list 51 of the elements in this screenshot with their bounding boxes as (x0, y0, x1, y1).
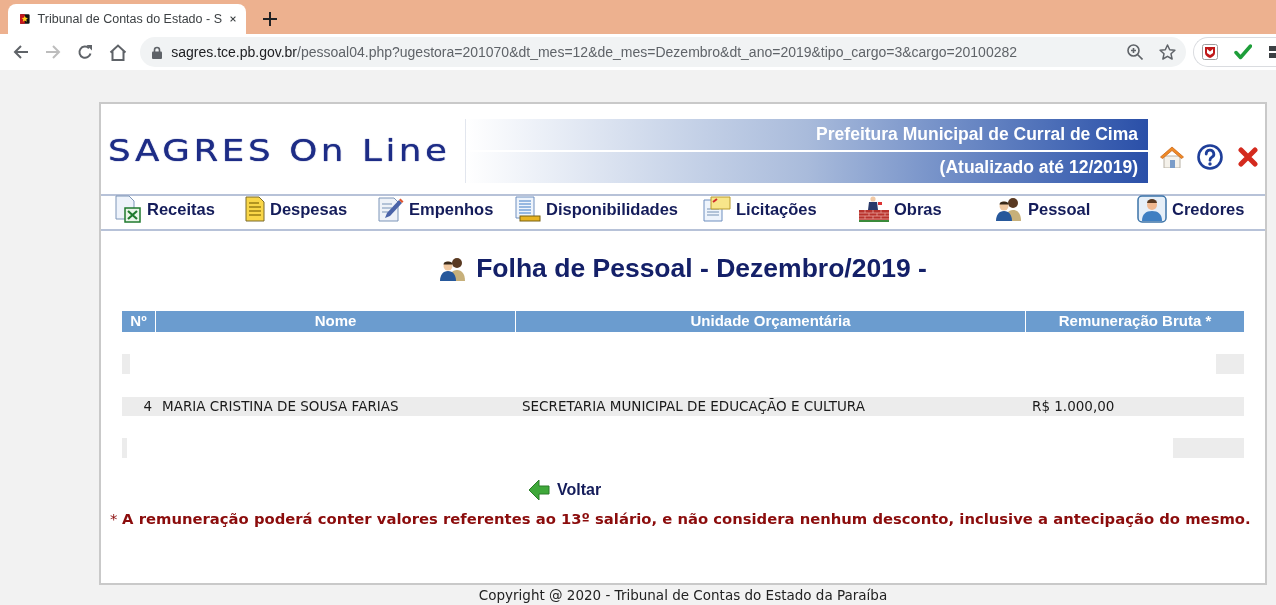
table-cell-text: R$ 1.000,00 (1032, 397, 1115, 417)
close-tab-icon[interactable] (230, 14, 236, 24)
nav-link[interactable]: Empenhos (378, 196, 494, 222)
checkmark-icon[interactable] (1234, 44, 1252, 60)
nav-link[interactable]: Credores (1137, 195, 1245, 223)
back-icon[interactable] (13, 44, 29, 60)
column-header: Nº (129, 311, 148, 332)
new-tab-icon[interactable] (263, 12, 277, 26)
browser-tab[interactable]: Tribunal de Contas do Estado - S (8, 4, 246, 34)
copyright-text: Copyright @ 2020 - Tribunal de Contas do Estado da Paraíba (478, 585, 888, 605)
table-cell-text: SECRETARIA MUNICIPAL DE EDUCAÇÃO E CULTURA (522, 397, 865, 417)
nav-link[interactable]: Licitações (703, 196, 817, 222)
update-notice: (Atualizado até 12/2019) (939, 156, 1138, 180)
lock-icon (152, 45, 163, 59)
document-icon (245, 196, 265, 222)
home-icon[interactable] (109, 43, 127, 61)
list-document-icon (515, 196, 541, 222)
nav-link[interactable]: Pessoal (995, 196, 1091, 222)
nav-link[interactable]: Despesas (245, 196, 348, 222)
extension-icon[interactable] (1268, 44, 1276, 60)
tab-title: Tribunal de Contas do Estado - S (37, 10, 222, 28)
document-pencil-icon (378, 196, 404, 222)
column-header: Unidade Orçamentária (515, 311, 1025, 332)
site-logo: SAGRES On Line (108, 135, 451, 167)
star-favicon-icon (20, 11, 30, 27)
house-icon[interactable] (1160, 146, 1184, 168)
zoom-in-icon[interactable] (1127, 44, 1143, 60)
arrow-left-icon[interactable] (528, 479, 550, 501)
column-header: Remuneração Bruta * (1025, 311, 1244, 332)
nav-link[interactable]: Disponibilidades (515, 196, 679, 222)
page-title: Folha de Pessoal - Dezembro/2019 - (476, 252, 927, 286)
person-icon (1137, 195, 1167, 223)
reload-icon[interactable] (77, 44, 93, 60)
column-header: Nome (155, 311, 515, 332)
address-bar[interactable]: sagres.tce.pb.gov.br/pessoal04.php?ugestora=201070&dt_mes=12&de_mes=Dezembro&dt_ano=2019&tipo_cargo=3&cargo=20100282 (140, 37, 1186, 67)
back-link[interactable]: Voltar (528, 478, 602, 502)
close-icon[interactable] (1238, 147, 1258, 167)
table-cell-text: MARIA CRISTINA DE SOUSA FARIAS (162, 397, 399, 417)
people-icon (995, 197, 1023, 222)
footnote: *A remuneração poderá conter valores referentes ao 13º salário, e não considera nenhum desconto, inclusive a antecipação do mesmo. (109, 509, 1252, 529)
nav-link[interactable]: Obras (859, 196, 942, 222)
brick-wall-icon (859, 196, 889, 222)
municipality-name: Prefeitura Municipal de Curral de Cima (816, 123, 1138, 147)
spreadsheet-icon (114, 195, 142, 223)
table-cell-text: 4 (143, 397, 152, 417)
help-icon[interactable] (1197, 144, 1223, 170)
nav-link[interactable]: Receitas (114, 195, 215, 223)
people-icon (439, 257, 468, 281)
star-icon[interactable] (1159, 44, 1176, 60)
note-document-icon (703, 196, 731, 222)
shield-icon[interactable] (1202, 44, 1218, 60)
